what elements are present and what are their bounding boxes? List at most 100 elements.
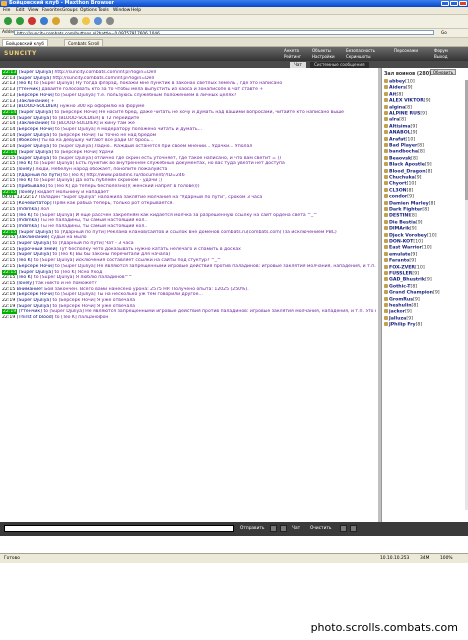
chat-nick[interactable]: [BLOOD-SOLDIER] (17, 104, 59, 109)
menu-edit[interactable]: Edit (16, 8, 25, 13)
menu-window[interactable]: Window (113, 8, 130, 13)
chat-nick[interactable]: [Заклинание] (17, 235, 50, 240)
nav-characters[interactable]: Персонажи (394, 48, 418, 53)
menu-file[interactable]: File (3, 8, 10, 13)
chat-nick[interactable]: [Super Djuliya] (19, 270, 53, 275)
smile-icon[interactable] (270, 525, 277, 532)
nav-screenshots[interactable]: Скриншоты (346, 54, 371, 59)
user-name[interactable]: Aiders (389, 86, 406, 91)
user-name[interactable]: ANABOL (389, 131, 411, 136)
chat-nick[interactable]: [Super Djuliya] (17, 156, 51, 161)
chat-nick[interactable]: [Super Djuliya] (19, 150, 53, 155)
chat-nick[interactable]: [Ударный по пути] (17, 173, 62, 178)
stop-icon[interactable] (28, 17, 36, 25)
user-name[interactable]: Arafat (389, 137, 406, 142)
print-icon[interactable] (106, 17, 114, 25)
chat-nick[interactable]: [Teo K] (17, 258, 33, 263)
favorites-icon[interactable] (82, 17, 90, 25)
nav-anketa[interactable]: Анкета (284, 48, 299, 53)
chat-nick[interactable]: [Super Djuliya] (17, 252, 51, 257)
user-name[interactable]: condor (389, 195, 407, 200)
chat-input[interactable] (4, 525, 234, 532)
user-name[interactable]: Beaovsk (389, 156, 411, 161)
tab-fightclub[interactable]: Бойцовский клуб (2, 39, 48, 46)
user-name[interactable]: heshulin (389, 304, 412, 309)
menu-groups[interactable]: Groups (62, 8, 78, 13)
user-name[interactable]: ALEX VIKTOR (389, 99, 424, 104)
nav-security[interactable]: Безопасность (346, 48, 375, 53)
chat-nick[interactable]: [Super Djuliya] (17, 76, 51, 81)
filter-icon[interactable] (280, 525, 287, 532)
user-name[interactable]: Faranto (389, 259, 409, 264)
user-name[interactable]: Chuchuka (389, 176, 415, 181)
minimize-button[interactable] (441, 1, 449, 6)
chat-nick[interactable]: [mdimka] (17, 207, 39, 212)
exit-icon[interactable] (350, 525, 357, 532)
chat-nick[interactable]: [Super Djuliya] (17, 304, 51, 309)
nav-exit[interactable]: Выход (434, 54, 447, 59)
tab-combats-scroll[interactable]: Combats Scroll (64, 39, 104, 46)
refresh-icon[interactable] (40, 17, 48, 25)
user-name[interactable]: alra (389, 118, 399, 123)
forward-icon[interactable] (16, 17, 24, 25)
menu-view[interactable]: View (28, 8, 38, 13)
chat-nick[interactable]: [Thirst of blood] (17, 315, 54, 320)
user-name[interactable]: DON-KOT (389, 240, 413, 245)
chat-nick[interactable]: [Teo K] (17, 213, 33, 218)
chat-nick[interactable]: [Кочевитатор] (17, 201, 52, 206)
clear-button[interactable]: Очистить (310, 526, 331, 531)
chat-mode-button[interactable]: Чат (292, 526, 300, 531)
chat-nick[interactable]: [Teo K] (17, 178, 33, 183)
user-name[interactable]: Dark Fighter (389, 208, 422, 213)
chat-nick[interactable]: [ттенчик] (19, 309, 42, 314)
chat-nick[interactable]: [Берсерк Ночи] (17, 292, 54, 297)
address-input[interactable]: http://suncity.combats.com/buttons.pl?ba… (14, 30, 434, 35)
chat-nick[interactable]: [Super Djuliya] (17, 241, 51, 246)
menu-tools[interactable]: Tools (98, 8, 109, 13)
nav-rating[interactable]: Рейтинг (284, 54, 301, 59)
nav-settings[interactable]: Настройки (312, 54, 335, 59)
chat-nick[interactable]: [Бурочный змей] (17, 247, 58, 252)
chat-nick[interactable]: [ттенчик] (17, 87, 40, 92)
chat-nick[interactable]: [lovely] (17, 167, 34, 172)
chat-nick[interactable]: [Teo K] (17, 275, 33, 280)
user-name[interactable]: Grand Champion (389, 291, 433, 296)
go-button[interactable]: Go (441, 30, 465, 36)
user-name[interactable]: Djeck Vorobey (389, 233, 427, 238)
menu-options[interactable]: Options (80, 8, 97, 13)
user-name[interactable]: Gothic-T (389, 284, 411, 289)
chat-nick[interactable]: [Заклинание] (17, 121, 50, 126)
chat-nick[interactable]: [mdimka] (17, 218, 39, 223)
user-name[interactable]: abbey (389, 80, 405, 85)
user-name[interactable]: FUSSLER (389, 272, 412, 277)
user-name[interactable]: Altisima (389, 124, 411, 129)
chat-nick[interactable]: [Teo K] (17, 81, 33, 86)
user-name[interactable]: FOX-ZVER (389, 265, 415, 270)
user-name[interactable]: DIMArik (389, 227, 410, 232)
user-name[interactable]: algina (389, 105, 405, 110)
chat-nick[interactable]: [Super Djuliya] (19, 110, 53, 115)
chat-nick[interactable]: [lovely] (17, 281, 34, 286)
chat-nick[interactable]: [Super Djuliya] (19, 230, 53, 235)
user-name[interactable]: emulate (389, 252, 411, 257)
chat-nick[interactable]: [Super Djuliya] (19, 70, 53, 75)
user-name[interactable]: GromRus (389, 297, 413, 302)
menu-favorites[interactable]: Favorites (42, 8, 62, 13)
chat-nick[interactable]: [Super Djuliya] (17, 144, 51, 149)
user-name[interactable]: ALPINE RUS (389, 112, 420, 117)
user-name[interactable]: East Warrior (389, 246, 422, 251)
user-name[interactable]: Die Bestia (389, 220, 416, 225)
chat-nick[interactable]: [ябоксен] (17, 138, 40, 143)
chat-nick[interactable]: [Заклинание] (17, 99, 50, 104)
chat-nick[interactable]: [Teo K] (17, 161, 33, 166)
chat-nick[interactable]: [mdimka] (17, 224, 39, 229)
maximize-button[interactable] (450, 1, 458, 6)
chat-nick[interactable]: Внимание! (17, 287, 43, 292)
chat-nick[interactable]: [Берсерк Ночи] (17, 93, 54, 98)
search-icon[interactable] (70, 17, 78, 25)
chat-nick[interactable]: [Super Djuliya] (17, 133, 51, 138)
user-name[interactable]: DESTINI (389, 214, 410, 219)
user-list-item[interactable]: JPhilip Fry[8] (384, 322, 464, 328)
send-button[interactable]: Отправить (240, 526, 264, 531)
user-name[interactable]: Bad Player (389, 144, 417, 149)
